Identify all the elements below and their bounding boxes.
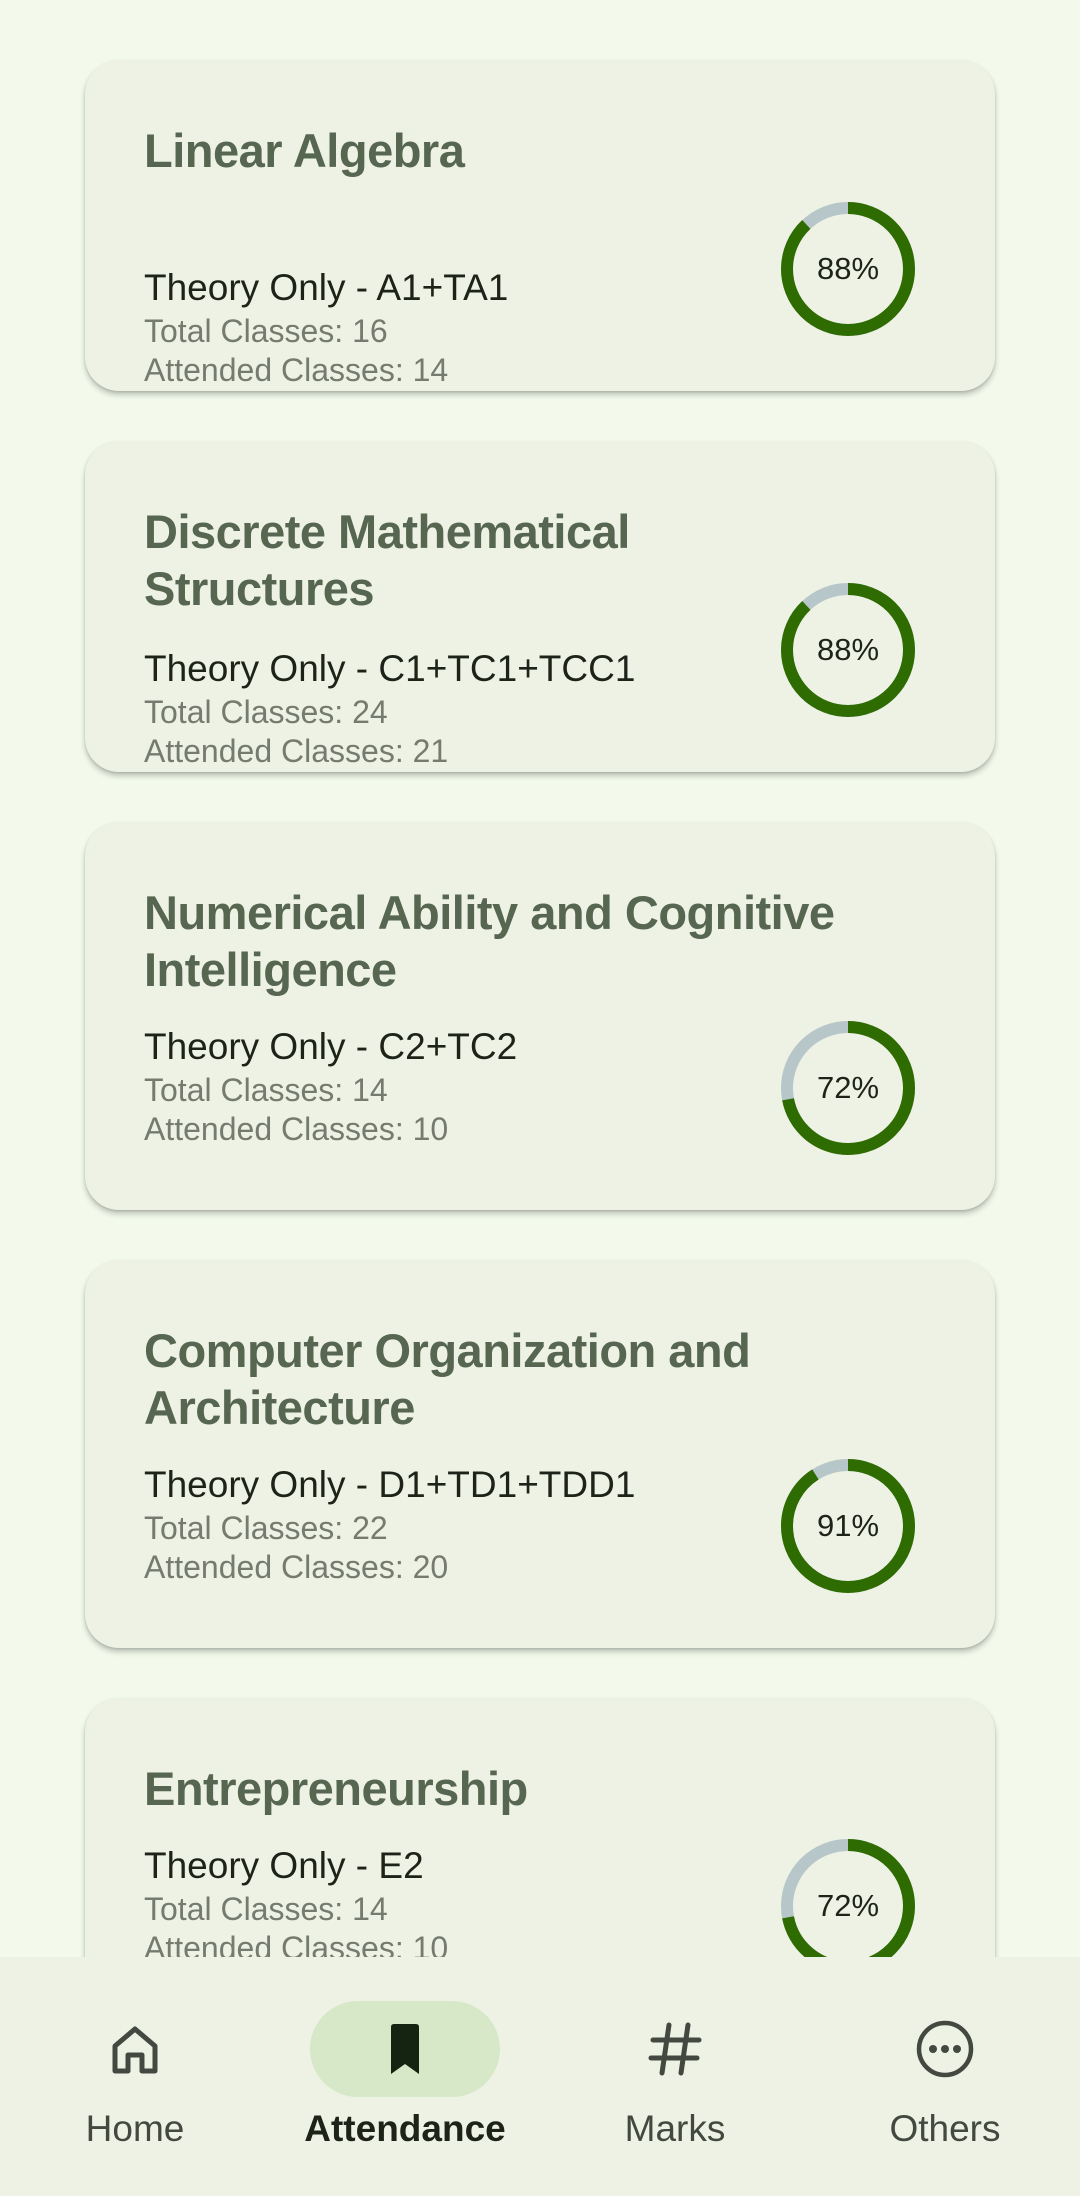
more-horizontal-icon	[916, 2020, 974, 2078]
nav-label-others: Others	[889, 2108, 1001, 2149]
course-title: Computer Organization and Architecture	[144, 1324, 751, 1434]
nav-item-marks[interactable]: Marks	[540, 1957, 810, 2196]
nav-label-attendance: Attendance	[304, 2108, 506, 2149]
total-classes: Total Classes: 22	[144, 1510, 388, 1546]
course-slot: Theory Only - C1+TC1+TCC1	[144, 648, 636, 689]
course-list[interactable]: Linear Algebra Theory Only - A1+TA1 Tota…	[0, 0, 1080, 1957]
bottom-navigation-bar: Home Attendance Marks Others	[0, 1957, 1080, 2196]
total-classes: Total Classes: 24	[144, 694, 388, 730]
attendance-percent: 88%	[816, 251, 880, 286]
course-title: Discrete Mathematical Structures	[144, 505, 630, 615]
course-slot: Theory Only - C2+TC2	[144, 1026, 518, 1067]
attended-classes: Attended Classes: 20	[144, 1549, 449, 1585]
course-card[interactable]: Linear Algebra Theory Only - A1+TA1 Tota…	[85, 60, 995, 391]
nav-item-others[interactable]: Others	[810, 1957, 1080, 2196]
attended-classes: Attended Classes: 14	[144, 352, 449, 388]
attendance-percent: 91%	[816, 1508, 880, 1543]
total-classes: Total Classes: 16	[144, 313, 388, 349]
attendance-screen: Linear Algebra Theory Only - A1+TA1 Tota…	[0, 0, 1080, 2196]
attended-classes: Attended Classes: 21	[144, 733, 449, 769]
course-slot: Theory Only - D1+TD1+TDD1	[144, 1464, 636, 1505]
attendance-donut: 88%	[779, 581, 917, 719]
attendance-donut: 72%	[779, 1837, 917, 1957]
total-classes: Total Classes: 14	[144, 1072, 388, 1108]
attended-classes: Attended Classes: 10	[144, 1930, 449, 1957]
attended-classes: Attended Classes: 10	[144, 1111, 449, 1147]
course-title: Linear Algebra	[144, 124, 465, 177]
course-title: Numerical Ability and Cognitive Intellig…	[144, 886, 835, 996]
course-slot: Theory Only - A1+TA1	[144, 267, 509, 308]
hash-icon	[648, 2022, 702, 2076]
attendance-donut: 72%	[779, 1019, 917, 1157]
attendance-donut: 91%	[779, 1457, 917, 1595]
nav-label-marks: Marks	[624, 2108, 726, 2149]
attendance-percent: 72%	[816, 1070, 880, 1105]
nav-item-home[interactable]: Home	[0, 1957, 270, 2196]
course-title: Entrepreneurship	[144, 1762, 528, 1815]
bookmark-icon	[391, 2024, 419, 2074]
course-card[interactable]: Entrepreneurship Theory Only - E2 Total …	[85, 1698, 995, 1957]
total-classes: Total Classes: 14	[144, 1891, 388, 1927]
nav-label-home: Home	[85, 2108, 185, 2149]
nav-item-attendance[interactable]: Attendance	[270, 1957, 540, 2196]
course-card[interactable]: Computer Organization and Architecture T…	[85, 1260, 995, 1648]
home-icon	[112, 2026, 158, 2074]
course-card[interactable]: Numerical Ability and Cognitive Intellig…	[85, 822, 995, 1210]
attendance-percent: 72%	[816, 1888, 880, 1923]
attendance-percent: 88%	[816, 632, 880, 667]
course-slot: Theory Only - E2	[144, 1845, 424, 1886]
course-card[interactable]: Discrete Mathematical Structures Theory …	[85, 441, 995, 772]
attendance-donut: 88%	[779, 200, 917, 338]
